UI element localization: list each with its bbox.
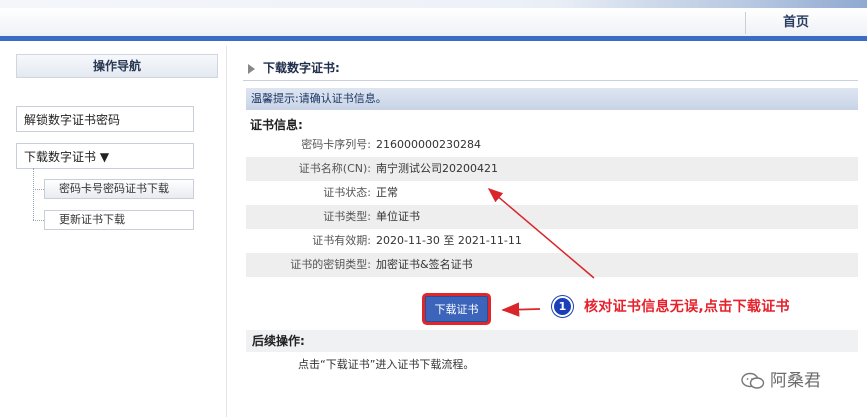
sidebar-divider — [226, 46, 227, 417]
followup-heading: 后续操作: — [246, 330, 858, 352]
field-value: 加密证书&签名证书 — [376, 258, 473, 271]
tree-connector — [33, 189, 44, 191]
wechat-icon — [741, 372, 765, 389]
sidebar-title: 操作导航 — [16, 54, 218, 78]
field-label: 密码卡序列号: — [301, 138, 371, 151]
sidebar-subitem-update-download[interactable]: 更新证书下载 — [44, 210, 194, 230]
arrow-to-download-button — [501, 302, 541, 317]
tree-connector — [33, 168, 35, 220]
annotation-text: 核对证书信息无误,点击下载证书 — [584, 299, 790, 315]
watermark: 阿桑君 — [740, 368, 821, 394]
home-link[interactable]: 首页 — [745, 12, 846, 34]
field-value: 2020-11-30 至 2021-11-11 — [376, 234, 522, 247]
download-certificate-button[interactable]: 下载证书 — [425, 296, 488, 322]
banner-decoration — [560, 0, 867, 8]
step-number-badge: 1 — [552, 296, 573, 317]
field-value: 正常 — [376, 186, 398, 199]
title-divider — [243, 80, 858, 81]
tree-connector — [33, 220, 44, 222]
field-value: 216000000230284 — [376, 138, 481, 151]
page-title-text: 下载数字证书: — [263, 61, 340, 75]
field-label: 证书的密钥类型: — [290, 258, 371, 271]
info-row-type: 证书类型: 单位证书 — [246, 205, 858, 229]
field-label: 证书名称(CN): — [298, 162, 371, 175]
sidebar-item-download-certificate[interactable]: 下载数字证书 ▼ — [16, 143, 194, 169]
field-label: 证书类型: — [323, 210, 371, 223]
certificate-info-heading: 证书信息: — [250, 118, 303, 132]
top-nav-bar — [0, 8, 867, 37]
info-row-cn: 证书名称(CN): 南宁测试公司20200421 — [246, 157, 858, 181]
field-label: 证书状态: — [323, 186, 371, 199]
followup-text: 点击“下载证书”进入证书下载流程。 — [298, 358, 475, 371]
sidebar-item-unlock-password[interactable]: 解锁数字证书密码 — [16, 106, 194, 132]
info-row-status: 证书状态: 正常 — [246, 181, 858, 205]
info-row-serial: 密码卡序列号: 216000000230284 — [246, 133, 858, 157]
field-value: 单位证书 — [376, 210, 420, 223]
page-title: 下载数字证书: — [248, 58, 858, 78]
sidebar-subitem-card-password-download[interactable]: 密码卡号密码证书下载 — [44, 179, 194, 199]
info-row-validity: 证书有效期: 2020-11-30 至 2021-11-11 — [246, 229, 858, 253]
watermark-text: 阿桑君 — [770, 371, 821, 391]
header-divider — [0, 36, 867, 41]
tip-banner: 温馨提示:请确认证书信息。 — [246, 88, 858, 110]
triangle-right-icon — [248, 63, 255, 74]
field-label: 证书有效期: — [312, 234, 371, 247]
info-row-key-type: 证书的密钥类型: 加密证书&签名证书 — [246, 253, 858, 277]
field-value: 南宁测试公司20200421 — [376, 162, 498, 175]
